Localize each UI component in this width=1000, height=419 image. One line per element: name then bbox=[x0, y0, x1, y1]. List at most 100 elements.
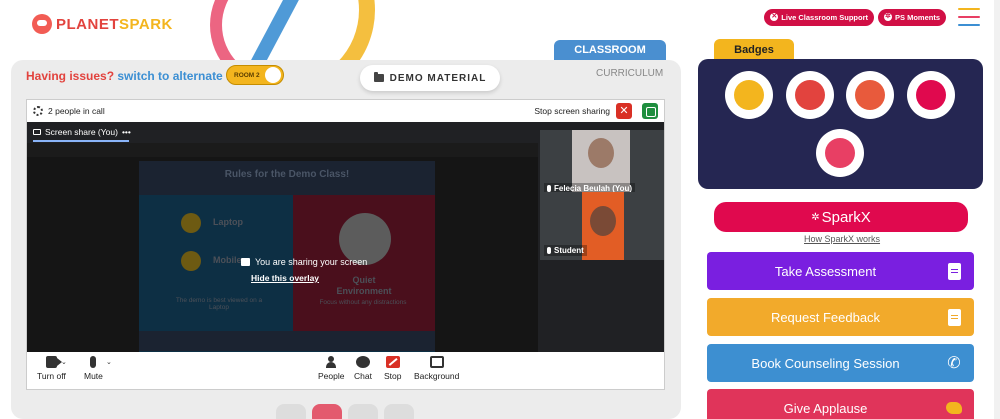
mute-button[interactable]: Mute bbox=[84, 356, 103, 381]
slide-environment-text: Environment bbox=[336, 286, 392, 296]
chat-icon bbox=[355, 356, 370, 368]
stop-label: Stop bbox=[384, 371, 402, 381]
clipboard-icon bbox=[947, 262, 961, 280]
stop-sharing-close-icon[interactable]: ✕ bbox=[616, 103, 632, 119]
camera-options-caret-icon[interactable]: ⌄ bbox=[61, 358, 67, 366]
slide-title: Rules for the Demo Class! bbox=[224, 169, 350, 180]
logo-text: PLANETSPARK bbox=[56, 15, 173, 33]
microphone-icon bbox=[90, 356, 97, 368]
sad-emoji-icon bbox=[181, 251, 201, 271]
demo-material-button[interactable]: DEMO MATERIAL bbox=[360, 65, 500, 91]
chat-label: Chat bbox=[354, 371, 372, 381]
take-assessment-button[interactable]: Take Assessment bbox=[707, 252, 974, 290]
participant-tile[interactable]: Felecia Beulah (You) bbox=[540, 130, 664, 198]
slide-left-note: The demo is best viewed on a Laptop bbox=[175, 297, 263, 311]
idea-badge-icon[interactable] bbox=[907, 71, 955, 119]
participant-tile[interactable]: Student bbox=[540, 192, 664, 260]
header-actions: ✕ Live Classroom Support ✲ PS Moments bbox=[764, 8, 980, 26]
hamburger-line bbox=[958, 8, 980, 10]
stop-presenting-icon bbox=[385, 356, 400, 368]
request-feedback-label: Request Feedback bbox=[770, 309, 881, 325]
background-label: Background bbox=[414, 371, 460, 381]
camera-icon bbox=[45, 356, 62, 368]
take-assessment-label: Take Assessment bbox=[774, 263, 877, 279]
picture-in-picture-icon[interactable] bbox=[642, 103, 658, 119]
badge-art bbox=[795, 80, 825, 110]
participant-video bbox=[582, 192, 624, 260]
ps-moments-button[interactable]: ✲ PS Moments bbox=[877, 8, 946, 26]
microphone-icon bbox=[547, 185, 551, 192]
call-controls: Turn off ⌄ Mute ⌄ People Chat Stop Backg… bbox=[27, 352, 664, 389]
hamburger-menu-icon[interactable] bbox=[958, 8, 980, 26]
sharing-overlay-text: You are sharing your screen bbox=[255, 257, 368, 267]
give-applause-button[interactable]: Give Applause bbox=[707, 389, 974, 419]
tab-classroom[interactable]: CLASSROOM bbox=[554, 40, 666, 60]
active-tab-underline bbox=[33, 140, 129, 142]
stop-screen-sharing-label[interactable]: Stop screen sharing bbox=[534, 106, 610, 116]
book-counseling-session-button[interactable]: Book Counseling Session ✆ bbox=[707, 344, 974, 382]
badges-tab[interactable]: Badges bbox=[714, 39, 794, 61]
how-sparkx-works-link[interactable]: How SparkX works bbox=[804, 234, 880, 244]
power-button[interactable] bbox=[312, 404, 342, 419]
hamburger-line bbox=[958, 24, 980, 26]
issues-banner: Having issues? switch to alternate room bbox=[26, 69, 256, 83]
more-options-icon[interactable]: ••• bbox=[122, 127, 131, 137]
presentation-slide: Rules for the Demo Class! Laptop Mobile … bbox=[139, 161, 435, 351]
call-stage: Screen share (You) ••• Rules for the Dem… bbox=[27, 122, 664, 352]
stop-share-button[interactable]: Stop bbox=[384, 356, 402, 381]
teamwork-badge-icon[interactable] bbox=[786, 71, 834, 119]
sparkx-label: SparkX bbox=[821, 208, 871, 226]
smile-emoji-icon bbox=[181, 213, 201, 233]
whiteboard-button[interactable] bbox=[348, 404, 378, 419]
mic-options-caret-icon[interactable]: ⌄ bbox=[106, 358, 112, 366]
glasses-badge-icon[interactable] bbox=[816, 129, 864, 177]
robot-logo-icon bbox=[32, 14, 52, 34]
monitor-icon bbox=[33, 129, 41, 135]
give-applause-label: Give Applause bbox=[783, 400, 868, 416]
slide-right-note: Focus without any distractions bbox=[319, 299, 407, 306]
hamburger-line bbox=[958, 16, 980, 18]
badge-art bbox=[916, 80, 946, 110]
turn-off-label: Turn off bbox=[37, 371, 66, 381]
participant-name-tag: Student bbox=[544, 245, 587, 256]
microphone-icon bbox=[547, 247, 551, 254]
screen-share-icon bbox=[241, 258, 250, 266]
trophy-badge-icon[interactable] bbox=[725, 71, 773, 119]
phone-icon: ✆ bbox=[947, 355, 961, 372]
tab-curriculum[interactable]: CURRICULUM bbox=[596, 68, 663, 79]
palette-button[interactable] bbox=[384, 404, 414, 419]
slide-laptop-text: Laptop bbox=[213, 217, 243, 227]
people-label: People bbox=[318, 371, 345, 381]
sharing-overlay-message: You are sharing your screen bbox=[241, 257, 367, 267]
demo-material-label: DEMO MATERIAL bbox=[389, 72, 487, 84]
settings-gear-icon[interactable] bbox=[33, 106, 43, 116]
screen-share-label: Screen share (You) bbox=[45, 127, 118, 137]
badge-art bbox=[825, 138, 855, 168]
sparkx-button[interactable]: ✲ SparkX bbox=[714, 202, 968, 232]
hide-overlay-link[interactable]: Hide this overlay bbox=[251, 273, 319, 283]
badge-art bbox=[734, 80, 764, 110]
book-counseling-label: Book Counseling Session bbox=[751, 355, 900, 371]
planetspark-logo[interactable]: PLANETSPARK bbox=[32, 14, 173, 34]
document-icon bbox=[947, 308, 961, 326]
close-circle-icon: ✕ bbox=[770, 13, 779, 21]
toggle-knob bbox=[265, 67, 281, 83]
star-performer-badge-icon[interactable] bbox=[846, 71, 894, 119]
people-button[interactable]: People bbox=[318, 356, 344, 381]
room-toggle[interactable]: ROOM 2 bbox=[226, 65, 284, 85]
page-scrollbar[interactable] bbox=[994, 0, 1000, 419]
background-icon bbox=[429, 356, 444, 368]
mute-label: Mute bbox=[84, 371, 103, 381]
people-icon bbox=[326, 356, 337, 368]
badge-art bbox=[855, 80, 885, 110]
fullscreen-button[interactable] bbox=[276, 404, 306, 419]
participant-name: Student bbox=[554, 246, 584, 255]
request-feedback-button[interactable]: Request Feedback bbox=[707, 298, 974, 336]
live-classroom-support-button[interactable]: ✕ Live Classroom Support bbox=[764, 8, 874, 26]
chat-button[interactable]: Chat bbox=[354, 356, 372, 381]
background-button[interactable]: Background bbox=[414, 356, 459, 381]
shared-screen: Rules for the Demo Class! Laptop Mobile … bbox=[27, 143, 538, 352]
room-toggle-label: ROOM 2 bbox=[234, 71, 260, 79]
folder-icon bbox=[373, 72, 384, 82]
people-in-call-count: 2 people in call bbox=[48, 106, 105, 116]
